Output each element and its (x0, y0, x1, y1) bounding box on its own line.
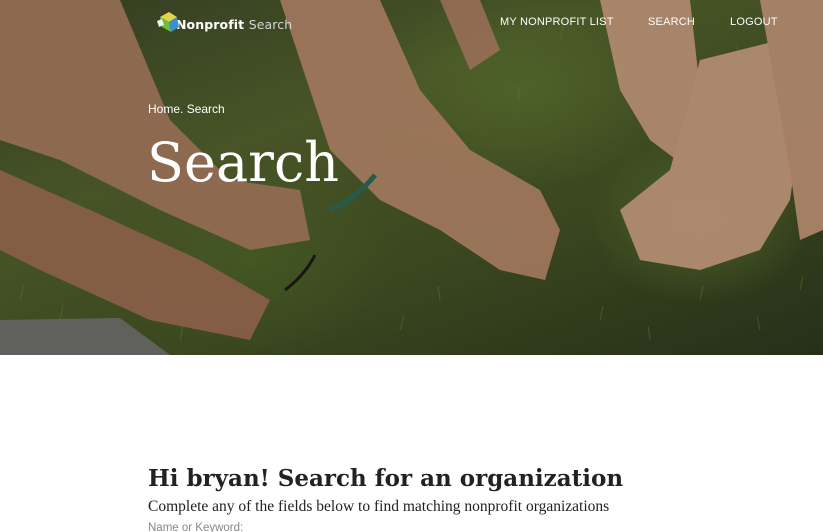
nav-my-nonprofit-list[interactable]: MY NONPROFIT LIST (500, 16, 614, 28)
breadcrumb-separator: . (180, 102, 184, 116)
search-instructions: Complete any of the fields below to find… (148, 498, 610, 515)
hero-overlay (0, 0, 823, 355)
breadcrumb-current: Search (186, 102, 225, 116)
breadcrumb: Home. Search (148, 102, 225, 116)
nav-logout[interactable]: LOGOUT (730, 16, 778, 28)
name-keyword-label: Name or Keyword: (148, 522, 244, 532)
nav-search[interactable]: SEARCH (648, 16, 695, 28)
hero-banner (0, 0, 823, 355)
page-title: Search (147, 131, 339, 194)
search-section: Hi bryan! Search for an organization Com… (148, 466, 748, 532)
main-nav: MY NONPROFIT LIST SEARCH LOGOUT (0, 16, 823, 32)
greeting-heading: Hi bryan! Search for an organization (148, 465, 624, 492)
breadcrumb-home-link[interactable]: Home (148, 102, 180, 116)
